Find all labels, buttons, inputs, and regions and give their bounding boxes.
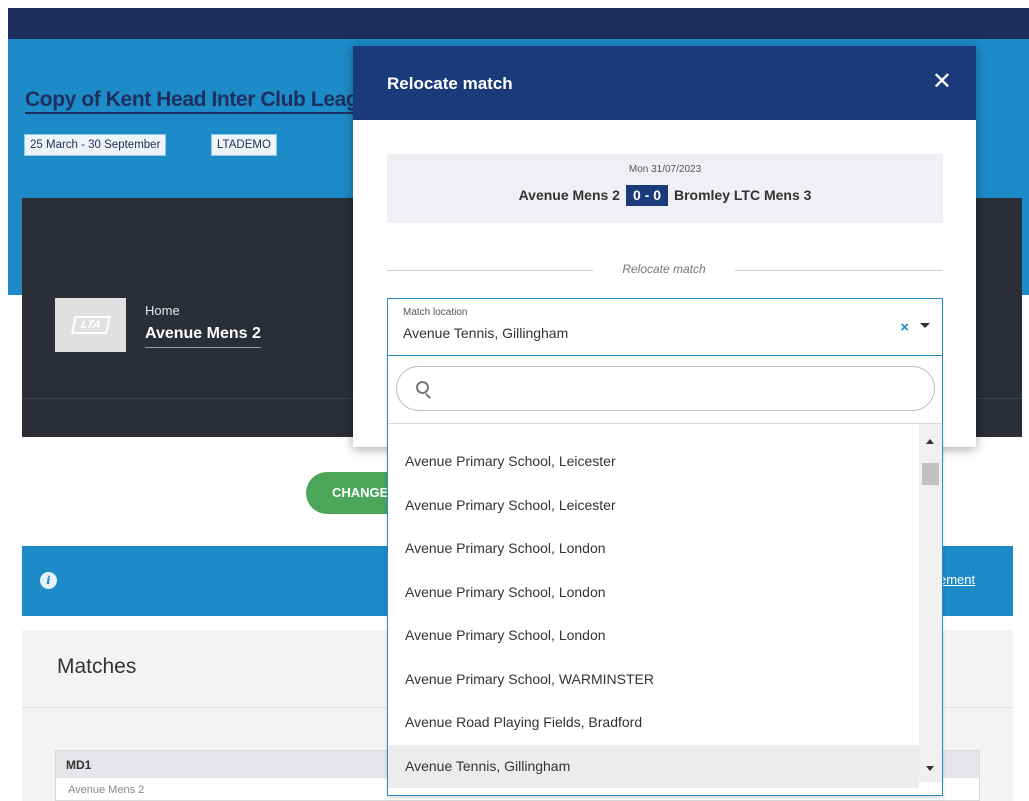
match-date: Mon 31/07/2023	[628, 164, 702, 175]
location-option[interactable]: Avenue Primary School, WARMINSTER	[388, 658, 919, 702]
league-title-link[interactable]: Copy of Kent Head Inter Club League	[25, 88, 382, 114]
organisation-tag: LTADEMO	[211, 134, 277, 156]
modal-header: Relocate match ✕	[353, 46, 976, 120]
select-label: Match location	[403, 307, 468, 318]
location-option[interactable]: Avenue Primary School, Leicester	[388, 440, 919, 484]
section-divider-right	[735, 270, 943, 271]
section-divider-left	[387, 270, 593, 271]
modal-title: Relocate match	[387, 74, 513, 93]
location-option[interactable]: Avenue Road Playing Fields, Bradford	[388, 701, 919, 745]
lta-logo-text: LTA	[70, 316, 111, 334]
location-option[interactable]: Avenue Primary School, Leicester	[388, 484, 919, 528]
scroll-up-icon[interactable]	[926, 439, 934, 444]
chevron-down-icon[interactable]	[920, 323, 930, 328]
dropdown-scrollbar[interactable]	[919, 424, 942, 782]
location-dropdown: Avenue Primary School, Leicester Avenue …	[387, 356, 943, 796]
search-field[interactable]	[396, 366, 935, 411]
top-navigation-bar	[8, 8, 1029, 39]
location-option-selected[interactable]: Avenue Tennis, Gillingham	[388, 744, 919, 788]
info-icon: i	[40, 572, 57, 589]
close-icon[interactable]: ✕	[932, 69, 952, 93]
search-icon	[416, 381, 429, 394]
home-label: Home	[145, 303, 180, 318]
clear-icon[interactable]: ×	[900, 319, 909, 336]
match-teams: Avenue Mens 2 0 - 0 Bromley LTC Mens 3	[387, 185, 943, 206]
scroll-down-icon[interactable]	[926, 766, 934, 771]
home-team-name: Avenue Mens 2	[518, 187, 620, 203]
scrollbar-thumb[interactable]	[922, 463, 939, 485]
away-team-name: Bromley LTC Mens 3	[673, 187, 812, 203]
location-option[interactable]: Avenue Primary School, London	[388, 527, 919, 571]
lta-logo: LTA	[55, 298, 126, 352]
search-input[interactable]	[442, 376, 912, 402]
location-options: Avenue Primary School, Leicester Avenue …	[388, 440, 919, 788]
section-label: Relocate match	[622, 262, 706, 276]
date-range-tag: 25 March - 30 September	[24, 134, 167, 156]
info-banner-link[interactable]: ement	[939, 572, 975, 587]
dropdown-divider	[388, 423, 942, 424]
location-option[interactable]: Avenue Primary School, London	[388, 571, 919, 615]
home-team-link[interactable]: Avenue Mens 2	[145, 325, 261, 348]
score-badge: 0 - 0	[625, 185, 668, 206]
location-option[interactable]: Avenue Primary School, London	[388, 614, 919, 658]
match-summary: Mon 31/07/2023 Avenue Mens 2 0 - 0 Bromley…	[387, 154, 943, 223]
matches-heading: Matches	[57, 655, 137, 678]
select-value: Avenue Tennis, Gillingham	[403, 325, 569, 341]
match-location-select[interactable]: Match location Avenue Tennis, Gillingham…	[387, 298, 943, 356]
